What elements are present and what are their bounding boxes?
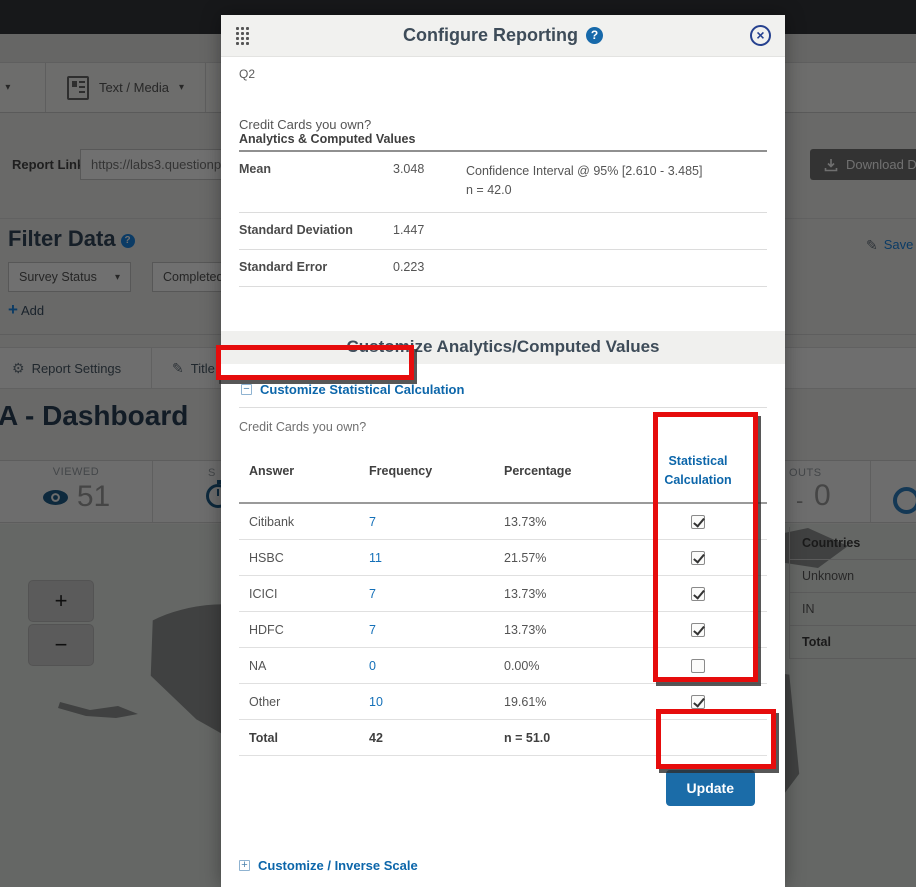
answer-cell: NA [239,659,369,673]
percentage-cell: 13.73% [504,587,629,601]
highlight-update-button [656,709,776,769]
highlight-stat-calc-link [216,345,414,380]
answer-cell: Citibank [239,515,369,529]
help-icon[interactable]: ? [586,27,603,44]
answer-cell: HSBC [239,551,369,565]
total-frequency: 42 [369,731,504,745]
sample-size: n = 42.0 [466,181,767,200]
frequency-link[interactable]: 0 [369,659,504,673]
highlight-stat-calc-column [653,412,758,682]
analytics-label: Standard Deviation [239,223,393,237]
col-percentage: Percentage [504,464,629,478]
frequency-link[interactable]: 7 [369,515,504,529]
col-frequency: Frequency [369,464,504,478]
total-label: Total [239,731,369,745]
collapse-icon: − [241,384,252,395]
analytics-row: Standard Error 0.223 [239,250,767,287]
analytics-label: Standard Error [239,260,393,274]
analytics-row: Mean 3.048 Confidence Interval @ 95% [2.… [239,152,767,213]
percentage-cell: 13.73% [504,623,629,637]
frequency-link[interactable]: 11 [369,551,504,565]
customize-stat-calc-link[interactable]: − Customize Statistical Calculation [239,380,767,408]
percentage-cell: 13.73% [504,515,629,529]
question-text: Credit Cards you own? [239,117,767,132]
total-n: n = 51.0 [504,731,629,745]
percentage-cell: 0.00% [504,659,629,673]
modal-header: Configure Reporting ? × [221,15,785,57]
analytics-row: Standard Deviation 1.447 [239,213,767,250]
percentage-cell: 21.57% [504,551,629,565]
answer-cell: Other [239,695,369,709]
customize-inverse-scale-link[interactable]: + Customize / Inverse Scale [239,858,767,873]
update-button[interactable]: Update [666,770,755,806]
frequency-link[interactable]: 10 [369,695,504,709]
link-label: Customize / Inverse Scale [258,858,418,873]
stat-calc-checkbox[interactable] [691,695,705,709]
percentage-cell: 19.61% [504,695,629,709]
analytics-heading: Analytics & Computed Values [239,132,767,152]
modal-title: Configure Reporting [403,25,578,46]
analytics-extra: Confidence Interval @ 95% [2.610 - 3.485… [451,162,767,200]
analytics-label: Mean [239,162,393,200]
analytics-value: 1.447 [393,223,451,237]
frequency-link[interactable]: 7 [369,623,504,637]
answer-cell: ICICI [239,587,369,601]
answer-cell: HDFC [239,623,369,637]
stat-calc-link-label: Customize Statistical Calculation [260,382,464,397]
analytics-value: 3.048 [393,162,451,200]
frequency-link[interactable]: 7 [369,587,504,601]
confidence-interval: Confidence Interval @ 95% [2.610 - 3.485… [466,162,767,181]
expand-icon: + [239,860,250,871]
question-code: Q2 [239,67,767,81]
analytics-value: 0.223 [393,260,451,274]
col-answer: Answer [239,464,369,478]
